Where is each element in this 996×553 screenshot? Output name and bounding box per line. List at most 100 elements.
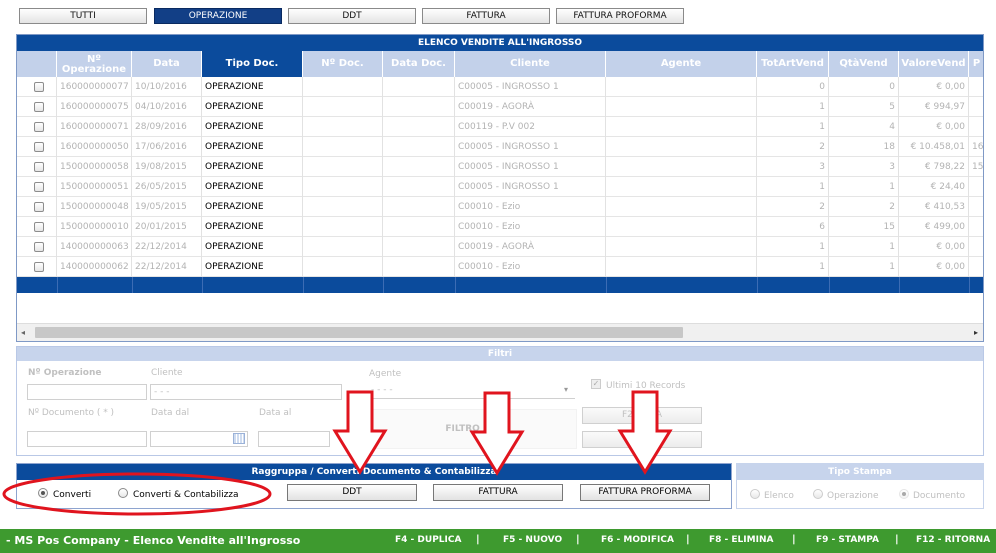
table-row[interactable]: 140000000063 22/12/2014 OPERAZIONE C00019 -… [17, 237, 983, 257]
cell-op: 160000000071 [57, 117, 132, 137]
ultimi-checkbox[interactable]: ✓ [591, 379, 601, 389]
cell-data: 28/09/2016 [132, 117, 202, 137]
cell-valore: € 0,00 [899, 237, 969, 257]
cell-empty [606, 237, 757, 257]
f5-nuovo-key[interactable]: F5 - NUOVO [503, 535, 562, 545]
converti-radio[interactable] [38, 488, 48, 498]
filtro-articoli-button[interactable]: FILTRO ART [371, 409, 577, 449]
row-checkbox[interactable] [34, 182, 44, 192]
cell-empty [383, 257, 455, 277]
footer-sep: | [895, 534, 899, 545]
row-select-cell [17, 197, 57, 217]
row-select-cell [17, 257, 57, 277]
row-select-cell [17, 97, 57, 117]
f3-filter-button[interactable]: F3 A [582, 431, 702, 448]
row-checkbox[interactable] [34, 222, 44, 232]
table-row[interactable]: 150000000058 19/08/2015 OPERAZIONE C00005 -… [17, 157, 983, 177]
table-row[interactable]: 140000000062 22/12/2014 OPERAZIONE C00010 -… [17, 257, 983, 277]
data-al-input[interactable] [258, 431, 330, 447]
tab-ddt[interactable]: DDT [288, 8, 416, 24]
row-checkbox[interactable] [34, 122, 44, 132]
table-row[interactable]: 150000000048 19/05/2015 OPERAZIONE C00010 -… [17, 197, 983, 217]
agente-select[interactable]: - - - - [368, 383, 575, 399]
op-input[interactable] [27, 384, 147, 400]
tab-operazione[interactable]: OPERAZIONE [154, 8, 282, 24]
horizontal-scrollbar[interactable]: ◂ ▸ [17, 323, 983, 341]
cell-tot: 0 [757, 77, 829, 97]
tab-fattura[interactable]: FATTURA [422, 8, 550, 24]
row-checkbox[interactable] [34, 262, 44, 272]
f12-ritorna-key[interactable]: F12 - RITORNA [916, 535, 990, 545]
data-al-label: Data al [259, 408, 292, 418]
f6-modifica-key[interactable]: F6 - MODIFICA [601, 535, 674, 545]
table-row[interactable]: 160000000077 10/10/2016 OPERAZIONE C00005 -… [17, 77, 983, 97]
f9-stampa-key[interactable]: F9 - STAMPA [816, 535, 879, 545]
header-data-doc[interactable]: Data Doc. [383, 51, 455, 77]
row-checkbox[interactable] [34, 162, 44, 172]
tab-fattura-proforma[interactable]: FATTURA PROFORMA [556, 8, 684, 24]
row-checkbox[interactable] [34, 102, 44, 112]
table-row[interactable]: 160000000071 28/09/2016 OPERAZIONE C00119 -… [17, 117, 983, 137]
cell-empty [383, 97, 455, 117]
cell-tot: 1 [757, 177, 829, 197]
cliente-input[interactable]: - - - [150, 384, 342, 400]
header-operazione[interactable]: Nº Operazione [57, 51, 132, 77]
calendar-icon[interactable] [233, 433, 245, 444]
cell-cliente: C00019 - AGORÀ [455, 97, 606, 117]
table-row[interactable]: 150000000051 26/05/2015 OPERAZIONE C00005 -… [17, 177, 983, 197]
cell-data: 04/10/2016 [132, 97, 202, 117]
cell-tot: 6 [757, 217, 829, 237]
cell-empty [303, 157, 383, 177]
tab-tutti[interactable]: TUTTI [19, 8, 147, 24]
table-row[interactable]: 160000000075 04/10/2016 OPERAZIONE C00019 -… [17, 97, 983, 117]
cell-qta: 1 [829, 237, 899, 257]
row-checkbox[interactable] [34, 82, 44, 92]
cell-empty [303, 177, 383, 197]
fattura-proforma-button[interactable]: FATTURA PROFORMA [580, 484, 710, 501]
chevron-down-icon[interactable]: ▾ [564, 385, 568, 394]
cell-tipo: OPERAZIONE [202, 257, 303, 277]
header-p[interactable]: P [969, 51, 983, 77]
cell-p [969, 77, 983, 97]
cell-empty [383, 137, 455, 157]
cell-empty [303, 217, 383, 237]
header-tipo-doc[interactable]: Tipo Doc. [202, 51, 303, 77]
elenco-radio[interactable] [750, 489, 760, 499]
f8-elimina-key[interactable]: F8 - ELIMINA [709, 535, 773, 545]
f4-duplica-key[interactable]: F4 - DUPLICA [395, 535, 461, 545]
scroll-right-icon[interactable]: ▸ [974, 328, 978, 337]
scroll-left-icon[interactable]: ◂ [21, 328, 25, 337]
cell-cliente: C00005 - INGROSSO 1 [455, 137, 606, 157]
row-checkbox[interactable] [34, 142, 44, 152]
header-qtavend[interactable]: QtàVend [829, 51, 899, 77]
cell-empty [383, 117, 455, 137]
cell-p [969, 217, 983, 237]
row-checkbox[interactable] [34, 242, 44, 252]
f2-filter-button[interactable]: F2 RA [582, 407, 702, 424]
cell-data: 19/08/2015 [132, 157, 202, 177]
table-row[interactable]: 150000000010 20/01/2015 OPERAZIONE C00010 -… [17, 217, 983, 237]
ddt-button[interactable]: DDT [287, 484, 417, 501]
header-valorevend[interactable]: ValoreVend [899, 51, 969, 77]
cell-empty [383, 77, 455, 97]
converti-label: Converti [53, 490, 92, 500]
operazione-radio[interactable] [813, 489, 823, 499]
fattura-button[interactable]: FATTURA [433, 484, 563, 501]
header-num-doc[interactable]: Nº Doc. [303, 51, 383, 77]
cell-tot: 2 [757, 137, 829, 157]
documento-radio[interactable] [899, 489, 909, 499]
header-data[interactable]: Data [132, 51, 202, 77]
table-row[interactable]: 160000000050 17/06/2016 OPERAZIONE C00005 -… [17, 137, 983, 157]
row-checkbox[interactable] [34, 202, 44, 212]
doc-input[interactable] [27, 431, 147, 447]
header-agente[interactable]: Agente [606, 51, 757, 77]
header-cliente[interactable]: Cliente [455, 51, 606, 77]
scroll-thumb[interactable] [35, 327, 683, 338]
footer-sep: | [686, 534, 690, 545]
vendite-grid: ELENCO VENDITE ALL'INGROSSO Nº Operazion… [16, 34, 984, 342]
converti-contabilizza-radio[interactable] [118, 488, 128, 498]
header-select[interactable] [17, 51, 57, 77]
cell-tipo: OPERAZIONE [202, 97, 303, 117]
header-totartvend[interactable]: TotArtVend [757, 51, 829, 77]
cell-p [969, 257, 983, 277]
